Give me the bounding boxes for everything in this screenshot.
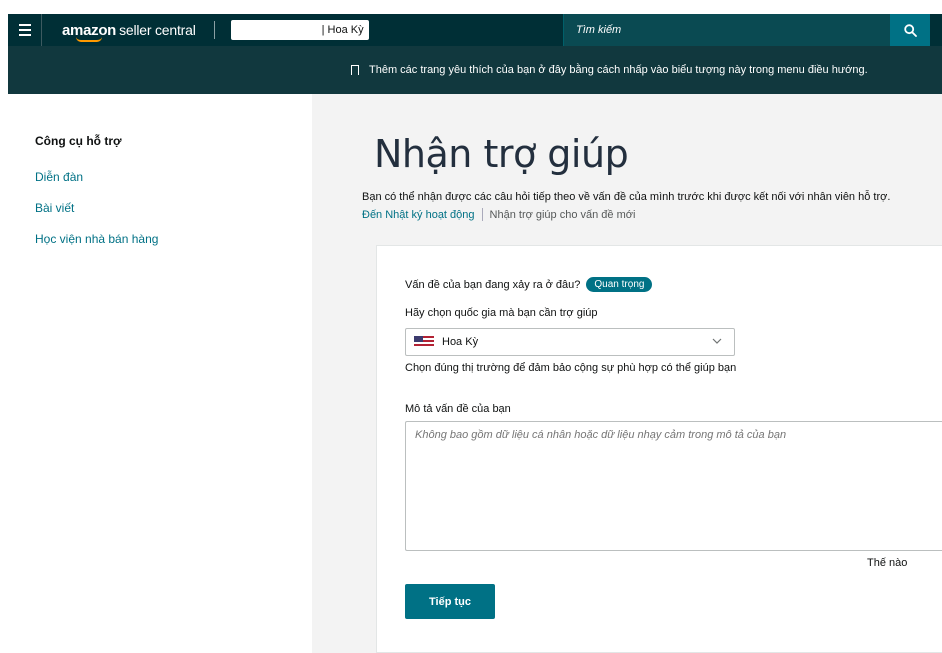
search-input[interactable]: Tìm kiếm bbox=[563, 14, 891, 46]
sidebar-heading: Công cụ hỗ trợ bbox=[35, 134, 122, 148]
important-badge: Quan trọng bbox=[586, 277, 653, 292]
search-icon bbox=[903, 23, 917, 37]
location-question-text: Vấn đề của bạn đang xảy ra ở đâu? bbox=[405, 278, 581, 291]
amazon-smile-icon bbox=[76, 37, 102, 42]
us-flag-icon bbox=[414, 336, 434, 348]
support-tools-sidebar: Công cụ hỗ trợ Diễn đàn Bài viết Học việ… bbox=[8, 94, 312, 653]
seller-central-logo[interactable]: amazon seller central bbox=[62, 21, 196, 42]
continue-button[interactable]: Tiếp tục bbox=[405, 584, 495, 619]
favorites-banner-text: Thêm các trang yêu thích của bạn ở đây b… bbox=[369, 64, 868, 76]
location-question: Vấn đề của bạn đang xảy ra ở đâu? Quan t… bbox=[405, 277, 653, 292]
country-hint: Chọn đúng thị trường để đảm bảo cộng sự … bbox=[405, 362, 737, 374]
bookmark-icon bbox=[351, 65, 359, 79]
country-dropdown[interactable]: Hoa Kỳ bbox=[405, 328, 735, 356]
link-divider bbox=[481, 208, 483, 221]
help-form-card: Vấn đề của bạn đang xảy ra ở đâu? Quan t… bbox=[376, 245, 942, 653]
sidebar-link-articles[interactable]: Bài viết bbox=[35, 201, 312, 215]
logo-product-text: seller central bbox=[119, 21, 196, 38]
activity-log-link[interactable]: Đến Nhật ký hoạt động bbox=[362, 209, 475, 221]
page-subtitle: Bạn có thể nhận được các câu hỏi tiếp th… bbox=[362, 191, 891, 203]
logo-divider bbox=[213, 21, 215, 39]
howto-link[interactable]: Thế nào bbox=[867, 557, 907, 569]
breadcrumb-links: Đến Nhật ký hoạt động Nhận trợ giúp cho … bbox=[362, 208, 635, 221]
hamburger-menu-icon[interactable] bbox=[8, 14, 42, 46]
sidebar-link-seller-university[interactable]: Học viện nhà bán hàng bbox=[35, 232, 312, 246]
page-title: Nhận trợ giúp bbox=[374, 132, 629, 176]
description-field[interactable] bbox=[405, 421, 942, 551]
description-label: Mô tả vấn đề của bạn bbox=[405, 403, 511, 415]
marketplace-selector[interactable]: | Hoa Kỳ bbox=[230, 20, 369, 40]
marketplace-value: | Hoa Kỳ bbox=[321, 24, 364, 36]
sidebar-link-forums[interactable]: Diễn đàn bbox=[35, 170, 312, 184]
search-button[interactable] bbox=[890, 14, 930, 46]
main-content: Nhận trợ giúp Bạn có thể nhận được các c… bbox=[312, 94, 942, 653]
search-placeholder: Tìm kiếm bbox=[576, 24, 622, 36]
country-value: Hoa Kỳ bbox=[442, 336, 479, 348]
top-nav-bar: amazon seller central | Hoa Kỳ Tìm kiếm bbox=[8, 14, 942, 46]
logo-amazon-text: amazon bbox=[62, 21, 117, 39]
favorites-banner: Thêm các trang yêu thích của bạn ở đây b… bbox=[8, 46, 942, 94]
new-issue-link[interactable]: Nhận trợ giúp cho vấn đề mới bbox=[490, 209, 636, 221]
country-question: Hãy chọn quốc gia mà bạn cần trợ giúp bbox=[405, 307, 598, 319]
chevron-down-icon bbox=[712, 338, 722, 344]
